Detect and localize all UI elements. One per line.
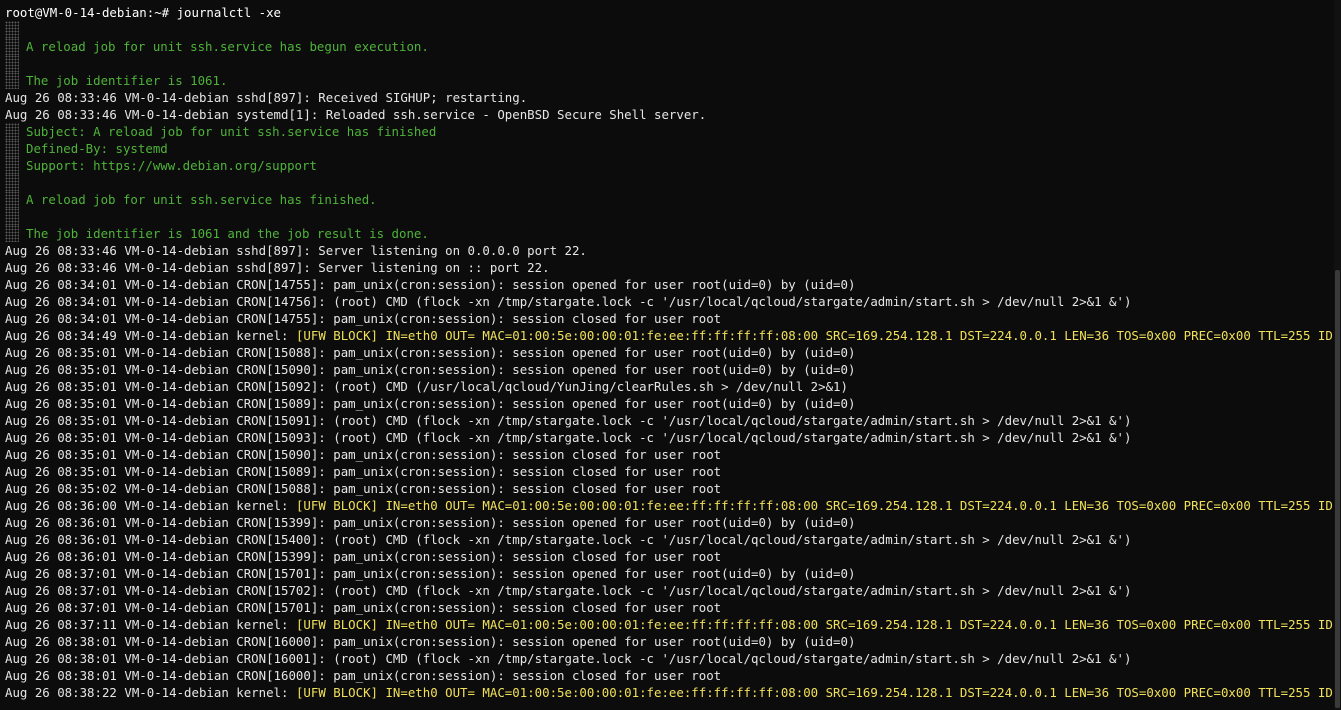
journal-log-line: Aug 26 08:36:01 VM-0-14-debian CRON[1539…: [5, 515, 856, 530]
journal-catalog-line: A reload job for unit ssh.service has fi…: [5, 191, 1333, 208]
ufw-block-message: [UFW BLOCK] IN=eth0 OUT= MAC=01:00:5e:00…: [295, 498, 1333, 513]
journal-log-line: Aug 26 08:35:01 VM-0-14-debian CRON[1509…: [5, 362, 856, 377]
journal-log-line: Aug 26 08:33:46 VM-0-14-debian sshd[897]…: [5, 90, 528, 105]
journal-kernel-line: Aug 26 08:36:00 VM-0-14-debian kernel: […: [5, 497, 1333, 514]
journal-log-line: Aug 26 08:35:01 VM-0-14-debian CRON[1509…: [5, 379, 848, 394]
journal-log-line: Aug 26 08:35:01 VM-0-14-debian CRON[1508…: [5, 396, 856, 411]
journal-log-line: Aug 26 08:35:01 VM-0-14-debian CRON[1508…: [5, 345, 856, 360]
command-prompt: root@VM-0-14-debian:~# journalctl -xe: [5, 5, 282, 20]
journal-catalog-line: [5, 55, 1333, 72]
journal-catalog-line: The job identifier is 1061 and the job r…: [5, 225, 1333, 242]
journal-catalog-line: [5, 21, 1333, 38]
journal-catalog-line: A reload job for unit ssh.service has be…: [5, 38, 1333, 55]
journal-log-line: Aug 26 08:35:02 VM-0-14-debian CRON[1508…: [5, 481, 722, 496]
log-prefix: Aug 26 08:34:49 VM-0-14-debian kernel:: [5, 328, 296, 343]
journal-log-line: Aug 26 08:33:46 VM-0-14-debian systemd[1…: [5, 107, 707, 122]
journal-log-line: Aug 26 08:36:01 VM-0-14-debian CRON[1540…: [5, 532, 1132, 547]
journal-log-line: Aug 26 08:37:01 VM-0-14-debian CRON[1570…: [5, 566, 856, 581]
journal-catalog-line: [5, 208, 1333, 225]
journal-kernel-line: Aug 26 08:37:11 VM-0-14-debian kernel: […: [5, 616, 1333, 633]
terminal-window[interactable]: root@VM-0-14-debian:~# journalctl -xe A …: [5, 4, 1333, 710]
journal-kernel-line: Aug 26 08:38:22 VM-0-14-debian kernel: […: [5, 684, 1333, 701]
journal-catalog-line: The job identifier is 1061.: [5, 72, 1333, 89]
log-prefix: Aug 26 08:36:00 VM-0-14-debian kernel:: [5, 498, 296, 513]
journal-kernel-line: Aug 26 08:34:49 VM-0-14-debian kernel: […: [5, 327, 1333, 344]
journal-log-line: Aug 26 08:35:01 VM-0-14-debian CRON[1509…: [5, 413, 1132, 428]
journal-log-line: Aug 26 08:37:01 VM-0-14-debian CRON[1570…: [5, 583, 1132, 598]
journal-catalog-line: Defined-By: systemd: [5, 140, 1333, 157]
journal-log-line: Aug 26 08:33:46 VM-0-14-debian sshd[897]…: [5, 260, 550, 275]
ufw-block-message: [UFW BLOCK] IN=eth0 OUT= MAC=01:00:5e:00…: [295, 617, 1333, 632]
journal-log-line: Aug 26 08:36:01 VM-0-14-debian CRON[1539…: [5, 549, 722, 564]
scrollbar-thumb[interactable]: [1335, 270, 1340, 708]
scrollbar[interactable]: [1334, 0, 1341, 710]
journal-catalog-line: [5, 174, 1333, 191]
journal-log-line: Aug 26 08:38:01 VM-0-14-debian CRON[1600…: [5, 668, 722, 683]
journal-log-line: Aug 26 08:34:01 VM-0-14-debian CRON[1475…: [5, 277, 856, 292]
ufw-block-message: [UFW BLOCK] IN=eth0 OUT= MAC=01:00:5e:00…: [295, 328, 1333, 343]
journal-catalog-line: Support: https://www.debian.org/support: [5, 157, 1333, 174]
journal-log-line: Aug 26 08:37:01 VM-0-14-debian CRON[1570…: [5, 600, 722, 615]
journal-log-line: Aug 26 08:34:01 VM-0-14-debian CRON[1475…: [5, 294, 1132, 309]
journal-catalog-line: Subject: A reload job for unit ssh.servi…: [5, 123, 1333, 140]
journal-log-line: Aug 26 08:38:01 VM-0-14-debian CRON[1600…: [5, 651, 1132, 666]
ufw-block-message: [UFW BLOCK] IN=eth0 OUT= MAC=01:00:5e:00…: [295, 685, 1333, 700]
journal-output: A reload job for unit ssh.service has be…: [5, 21, 1333, 701]
journal-log-line: Aug 26 08:34:01 VM-0-14-debian CRON[1475…: [5, 311, 722, 326]
log-prefix: Aug 26 08:37:11 VM-0-14-debian kernel:: [5, 617, 296, 632]
journal-log-line: Aug 26 08:35:01 VM-0-14-debian CRON[1509…: [5, 430, 1132, 445]
journal-log-line: Aug 26 08:33:46 VM-0-14-debian sshd[897]…: [5, 243, 587, 258]
log-prefix: Aug 26 08:38:22 VM-0-14-debian kernel:: [5, 685, 296, 700]
journal-log-line: Aug 26 08:35:01 VM-0-14-debian CRON[1509…: [5, 447, 722, 462]
journal-log-line: Aug 26 08:38:01 VM-0-14-debian CRON[1600…: [5, 634, 856, 649]
journal-log-line: Aug 26 08:35:01 VM-0-14-debian CRON[1508…: [5, 464, 722, 479]
